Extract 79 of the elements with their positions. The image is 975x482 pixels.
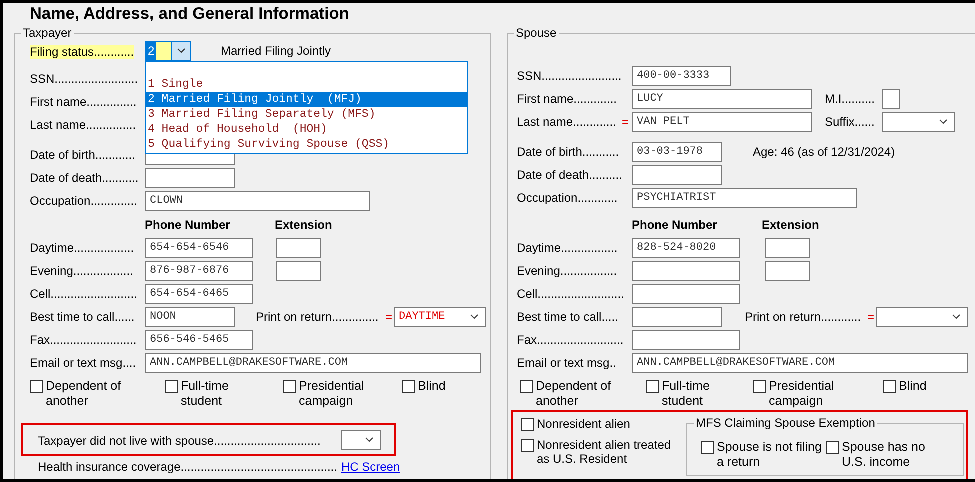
input-field[interactable]: 654-654-6546 — [145, 238, 253, 258]
field-label: Evening.................. — [30, 264, 134, 278]
checkbox-label: Dependent of another — [46, 379, 122, 409]
column-header: Extension — [275, 218, 332, 232]
field-label: First name............... — [30, 94, 137, 108]
field-label: SSN........................ — [517, 68, 622, 82]
dropdown-option[interactable]: 1 Single — [146, 77, 467, 92]
dropdown-option[interactable]: 4 Head of Household (HOH) — [146, 122, 467, 137]
field-label: Fax.......................... — [517, 332, 624, 346]
input-field[interactable]: NOON — [145, 306, 235, 326]
column-header: Phone Number — [145, 218, 232, 232]
age-text: Age: 46 (as of 12/31/2024) — [753, 144, 896, 158]
field-label: Suffix...... — [825, 114, 876, 128]
field-label: Occupation.............. — [30, 194, 138, 208]
input-field[interactable]: 876-987-6876 — [145, 260, 253, 280]
equals-mark: = — [384, 310, 394, 324]
input-field[interactable]: ANN.CAMPBELL@DRAKESOFTWARE.COM — [145, 352, 481, 372]
column-header: Extension — [762, 218, 820, 232]
field-label: Date of birth............ — [30, 148, 136, 162]
field-label: Email or text msg.. — [517, 356, 616, 370]
field-label: Date of birth........... — [517, 144, 620, 158]
group-legend: MFS Claiming Spouse Exemption — [694, 416, 878, 430]
input-field[interactable]: LUCY — [632, 88, 812, 108]
input-field[interactable]: 656-546-5465 — [145, 330, 253, 350]
equals-mark: = — [622, 114, 630, 128]
field-label: M.I.......... — [825, 92, 876, 106]
field-label: Best time to call...... — [30, 310, 135, 324]
column-header: Phone Number — [632, 218, 718, 232]
field-label: Filing status............ — [30, 45, 134, 59]
selected-value: 2 — [145, 41, 171, 61]
field-label: Last name............. — [517, 114, 616, 128]
dropdown-option[interactable]: 3 Married Filing Separately (MFS) — [146, 107, 467, 122]
checkbox-label: Dependent of another — [536, 379, 612, 409]
field-label: Best time to call..... — [517, 310, 618, 324]
checkbox-label: Nonresident alien — [537, 417, 630, 431]
field-label: First name............. — [517, 92, 618, 106]
input-field[interactable]: CLOWN — [145, 190, 370, 210]
field-label: Taxpayer did not live with spouse................................ — [38, 434, 322, 448]
input-field[interactable]: 400-00-3333 — [632, 66, 731, 86]
checkbox-label: Presidential campaign — [299, 379, 366, 409]
checkbox-label: Spouse is not filing a return — [717, 440, 823, 470]
input-field[interactable]: PSYCHIATRIST — [632, 188, 857, 208]
field-label: Daytime................. — [517, 240, 618, 254]
input-field[interactable]: 03-03-1978 — [632, 142, 722, 162]
section-legend: Spouse — [514, 26, 559, 40]
section-legend: Taxpayer — [21, 26, 74, 40]
checkbox-label: Full-time student — [181, 379, 230, 409]
dropdown-option[interactable]: 5 Qualifying Surviving Spouse (QSS) — [146, 137, 467, 152]
field-label: Date of death.......... — [517, 168, 622, 182]
field-label: Occupation............ — [517, 190, 618, 204]
field-label: Cell.......................... — [517, 286, 624, 300]
field-label: Fax.......................... — [30, 332, 137, 346]
checkbox-label: Blind — [899, 379, 927, 394]
dropdown-option[interactable]: 2 Married Filing Jointly (MFJ) — [146, 92, 467, 107]
filing-status-description: Married Filing Jointly — [221, 44, 332, 58]
input-field[interactable]: 654-654-6465 — [145, 284, 253, 304]
checkbox-label: Spouse has no U.S. income — [842, 440, 926, 470]
input-field[interactable]: VAN PELT — [632, 112, 812, 132]
form-title: Name, Address, and General Information — [29, 4, 350, 25]
field-label: Date of death........... — [30, 170, 139, 184]
hc-screen-link[interactable]: HC Screen — [341, 460, 400, 474]
equals-mark: = — [866, 310, 876, 324]
field-label: Print on return............ — [745, 310, 862, 324]
field-label: Health insurance coverage............................................... — [38, 460, 338, 474]
field-label: Cell.......................... — [30, 286, 138, 300]
checkbox-label: Full-time student — [662, 379, 711, 409]
field-label: Print on return.............. — [256, 310, 380, 324]
field-label: Evening................. — [517, 264, 618, 278]
checkbox-label: Nonresident alien treated as U.S. Resident — [537, 438, 672, 466]
field-label: SSN......................... — [30, 72, 138, 86]
field-label: Last name............... — [30, 118, 136, 132]
input-field[interactable]: ANN.CAMPBELL@DRAKESOFTWARE.COM — [632, 352, 968, 372]
field-label: Email or text msg.... — [30, 356, 136, 370]
input-field[interactable]: 828-524-8020 — [632, 238, 740, 258]
filing-status-dropdown[interactable]: 2 — [145, 41, 191, 61]
checkbox-label: Presidential campaign — [769, 379, 836, 409]
print-dropdown[interactable]: DAYTIME — [394, 306, 486, 326]
field-label: Daytime.................. — [30, 240, 134, 254]
checkbox-label: Blind — [418, 379, 446, 394]
